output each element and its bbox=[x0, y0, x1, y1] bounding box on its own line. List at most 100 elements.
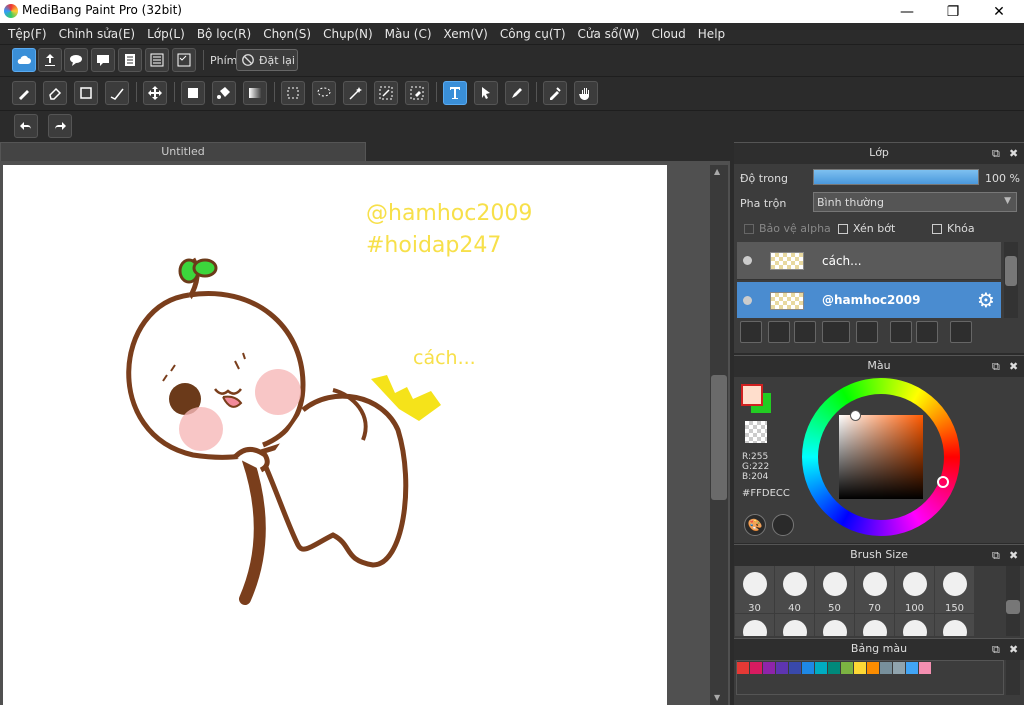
merge-layer-icon[interactable] bbox=[916, 321, 938, 343]
gear-icon[interactable]: ⚙ bbox=[977, 288, 995, 312]
checklist-icon[interactable] bbox=[172, 48, 196, 72]
hand-icon[interactable] bbox=[574, 81, 598, 105]
select-pen-icon[interactable] bbox=[374, 81, 398, 105]
popout-icon[interactable]: ⧉ bbox=[992, 357, 1000, 377]
palette-swatch[interactable] bbox=[867, 662, 879, 674]
undo-icon[interactable] bbox=[14, 114, 38, 138]
visibility-icon[interactable] bbox=[743, 296, 752, 305]
close-panel-icon[interactable]: ✖ bbox=[1009, 144, 1018, 164]
layer-row-selected[interactable]: @hamhoc2009 ⚙ bbox=[737, 282, 1001, 318]
palette-swatch[interactable] bbox=[789, 662, 801, 674]
fill-rect-icon[interactable] bbox=[181, 81, 205, 105]
brush-size-option[interactable]: 100 bbox=[895, 566, 934, 614]
close-panel-icon[interactable]: ✖ bbox=[1009, 357, 1018, 377]
layer-scrollbar[interactable] bbox=[1004, 242, 1018, 318]
palette-swatch[interactable] bbox=[750, 662, 762, 674]
palette-swatch[interactable] bbox=[893, 662, 905, 674]
brush-size-option[interactable]: 30 bbox=[735, 566, 774, 614]
popout-icon[interactable]: ⧉ bbox=[992, 144, 1000, 164]
palette-swatch[interactable] bbox=[880, 662, 892, 674]
menu-color[interactable]: Màu (C) bbox=[379, 27, 438, 41]
palette-swatch[interactable] bbox=[841, 662, 853, 674]
menu-help[interactable]: Help bbox=[692, 27, 731, 41]
trash-icon[interactable] bbox=[950, 321, 972, 343]
eyedropper-icon[interactable] bbox=[543, 81, 567, 105]
upload-icon[interactable] bbox=[38, 48, 62, 72]
hue-wheel[interactable] bbox=[802, 378, 960, 536]
close-panel-icon[interactable]: ✖ bbox=[1009, 546, 1018, 566]
palette-swatch[interactable] bbox=[906, 662, 918, 674]
operation-icon[interactable] bbox=[474, 81, 498, 105]
add-layer-menu-icon[interactable] bbox=[822, 321, 850, 343]
palette-swatch[interactable] bbox=[776, 662, 788, 674]
brush-size-option[interactable]: 70 bbox=[855, 566, 894, 614]
drawing-canvas[interactable]: @hamhoc2009 #hoidap247 cách... bbox=[3, 165, 667, 705]
transparent-color-swatch[interactable] bbox=[745, 421, 767, 443]
menu-edit[interactable]: Chỉnh sửa(E) bbox=[53, 27, 142, 41]
menu-cloud[interactable]: Cloud bbox=[646, 27, 692, 41]
menu-file[interactable]: Tệp(F) bbox=[2, 27, 53, 41]
blend-mode-select[interactable]: Bình thường ▼ bbox=[813, 192, 1017, 212]
brush-size-option[interactable] bbox=[855, 614, 894, 636]
brush-size-option[interactable] bbox=[895, 614, 934, 636]
sv-cursor[interactable] bbox=[850, 410, 861, 421]
redo-icon[interactable] bbox=[48, 114, 72, 138]
select-eraser-icon[interactable] bbox=[405, 81, 429, 105]
close-button[interactable]: ✕ bbox=[976, 0, 1022, 23]
menu-filter[interactable]: Bộ lọc(R) bbox=[191, 27, 257, 41]
palette-swatch[interactable] bbox=[815, 662, 827, 674]
scrollbar-thumb[interactable] bbox=[711, 375, 727, 500]
scroll-up-icon[interactable]: ▲ bbox=[714, 167, 720, 176]
menu-view[interactable]: Xem(V) bbox=[438, 27, 494, 41]
reset-button[interactable]: Đặt lại bbox=[236, 49, 298, 71]
pen-icon[interactable] bbox=[105, 81, 129, 105]
palette-scrollbar[interactable] bbox=[1006, 660, 1020, 695]
menu-select[interactable]: Chọn(S) bbox=[257, 27, 317, 41]
palette-swatch[interactable] bbox=[802, 662, 814, 674]
folder-icon[interactable] bbox=[856, 321, 878, 343]
brush-size-option[interactable] bbox=[735, 614, 774, 636]
opacity-slider[interactable] bbox=[813, 169, 979, 185]
color-settings-icon[interactable] bbox=[772, 514, 794, 536]
scroll-down-icon[interactable]: ▼ bbox=[714, 693, 720, 702]
lock-checkbox[interactable] bbox=[932, 224, 942, 234]
brush-size-option[interactable]: 50 bbox=[815, 566, 854, 614]
new-8bit-layer-icon[interactable] bbox=[768, 321, 790, 343]
rectangle-icon[interactable] bbox=[74, 81, 98, 105]
brush-size-option[interactable]: 40 bbox=[775, 566, 814, 614]
brush-size-option[interactable]: 150 bbox=[935, 566, 974, 614]
menu-window[interactable]: Cửa sổ(W) bbox=[572, 27, 646, 41]
speech-bubble-icon[interactable] bbox=[64, 48, 88, 72]
comment-icon[interactable] bbox=[91, 48, 115, 72]
popout-icon[interactable]: ⧉ bbox=[992, 640, 1000, 660]
blur-icon[interactable] bbox=[505, 81, 529, 105]
canvas-scrollbar[interactable]: ▲ ▼ bbox=[710, 165, 728, 705]
layer-row[interactable]: cách... bbox=[737, 242, 1001, 280]
text-tool-icon[interactable] bbox=[443, 81, 467, 105]
palette-swatch[interactable] bbox=[854, 662, 866, 674]
menu-tools[interactable]: Công cụ(T) bbox=[494, 27, 572, 41]
protect-alpha-checkbox[interactable] bbox=[744, 224, 754, 234]
new-1bit-layer-icon[interactable] bbox=[794, 321, 816, 343]
brush-scrollbar[interactable] bbox=[1006, 566, 1020, 636]
duplicate-layer-icon[interactable] bbox=[890, 321, 912, 343]
brush-icon[interactable] bbox=[12, 81, 36, 105]
new-layer-icon[interactable] bbox=[740, 321, 762, 343]
palette-swatch[interactable] bbox=[828, 662, 840, 674]
lasso-icon[interactable] bbox=[312, 81, 336, 105]
gradient-icon[interactable] bbox=[243, 81, 267, 105]
document-tab[interactable]: Untitled bbox=[0, 142, 366, 161]
brush-size-option[interactable] bbox=[935, 614, 974, 636]
maximize-button[interactable]: ❐ bbox=[930, 0, 976, 23]
popout-icon[interactable]: ⧉ bbox=[992, 546, 1000, 566]
magic-wand-icon[interactable] bbox=[343, 81, 367, 105]
brush-size-option[interactable] bbox=[815, 614, 854, 636]
menu-capture[interactable]: Chụp(N) bbox=[317, 27, 379, 41]
bucket-icon[interactable] bbox=[212, 81, 236, 105]
select-rect-icon[interactable] bbox=[281, 81, 305, 105]
close-panel-icon[interactable]: ✖ bbox=[1009, 640, 1018, 660]
menu-layer[interactable]: Lớp(L) bbox=[141, 27, 191, 41]
hue-cursor[interactable] bbox=[937, 476, 949, 488]
foreground-color-swatch[interactable] bbox=[741, 384, 763, 406]
move-icon[interactable] bbox=[143, 81, 167, 105]
